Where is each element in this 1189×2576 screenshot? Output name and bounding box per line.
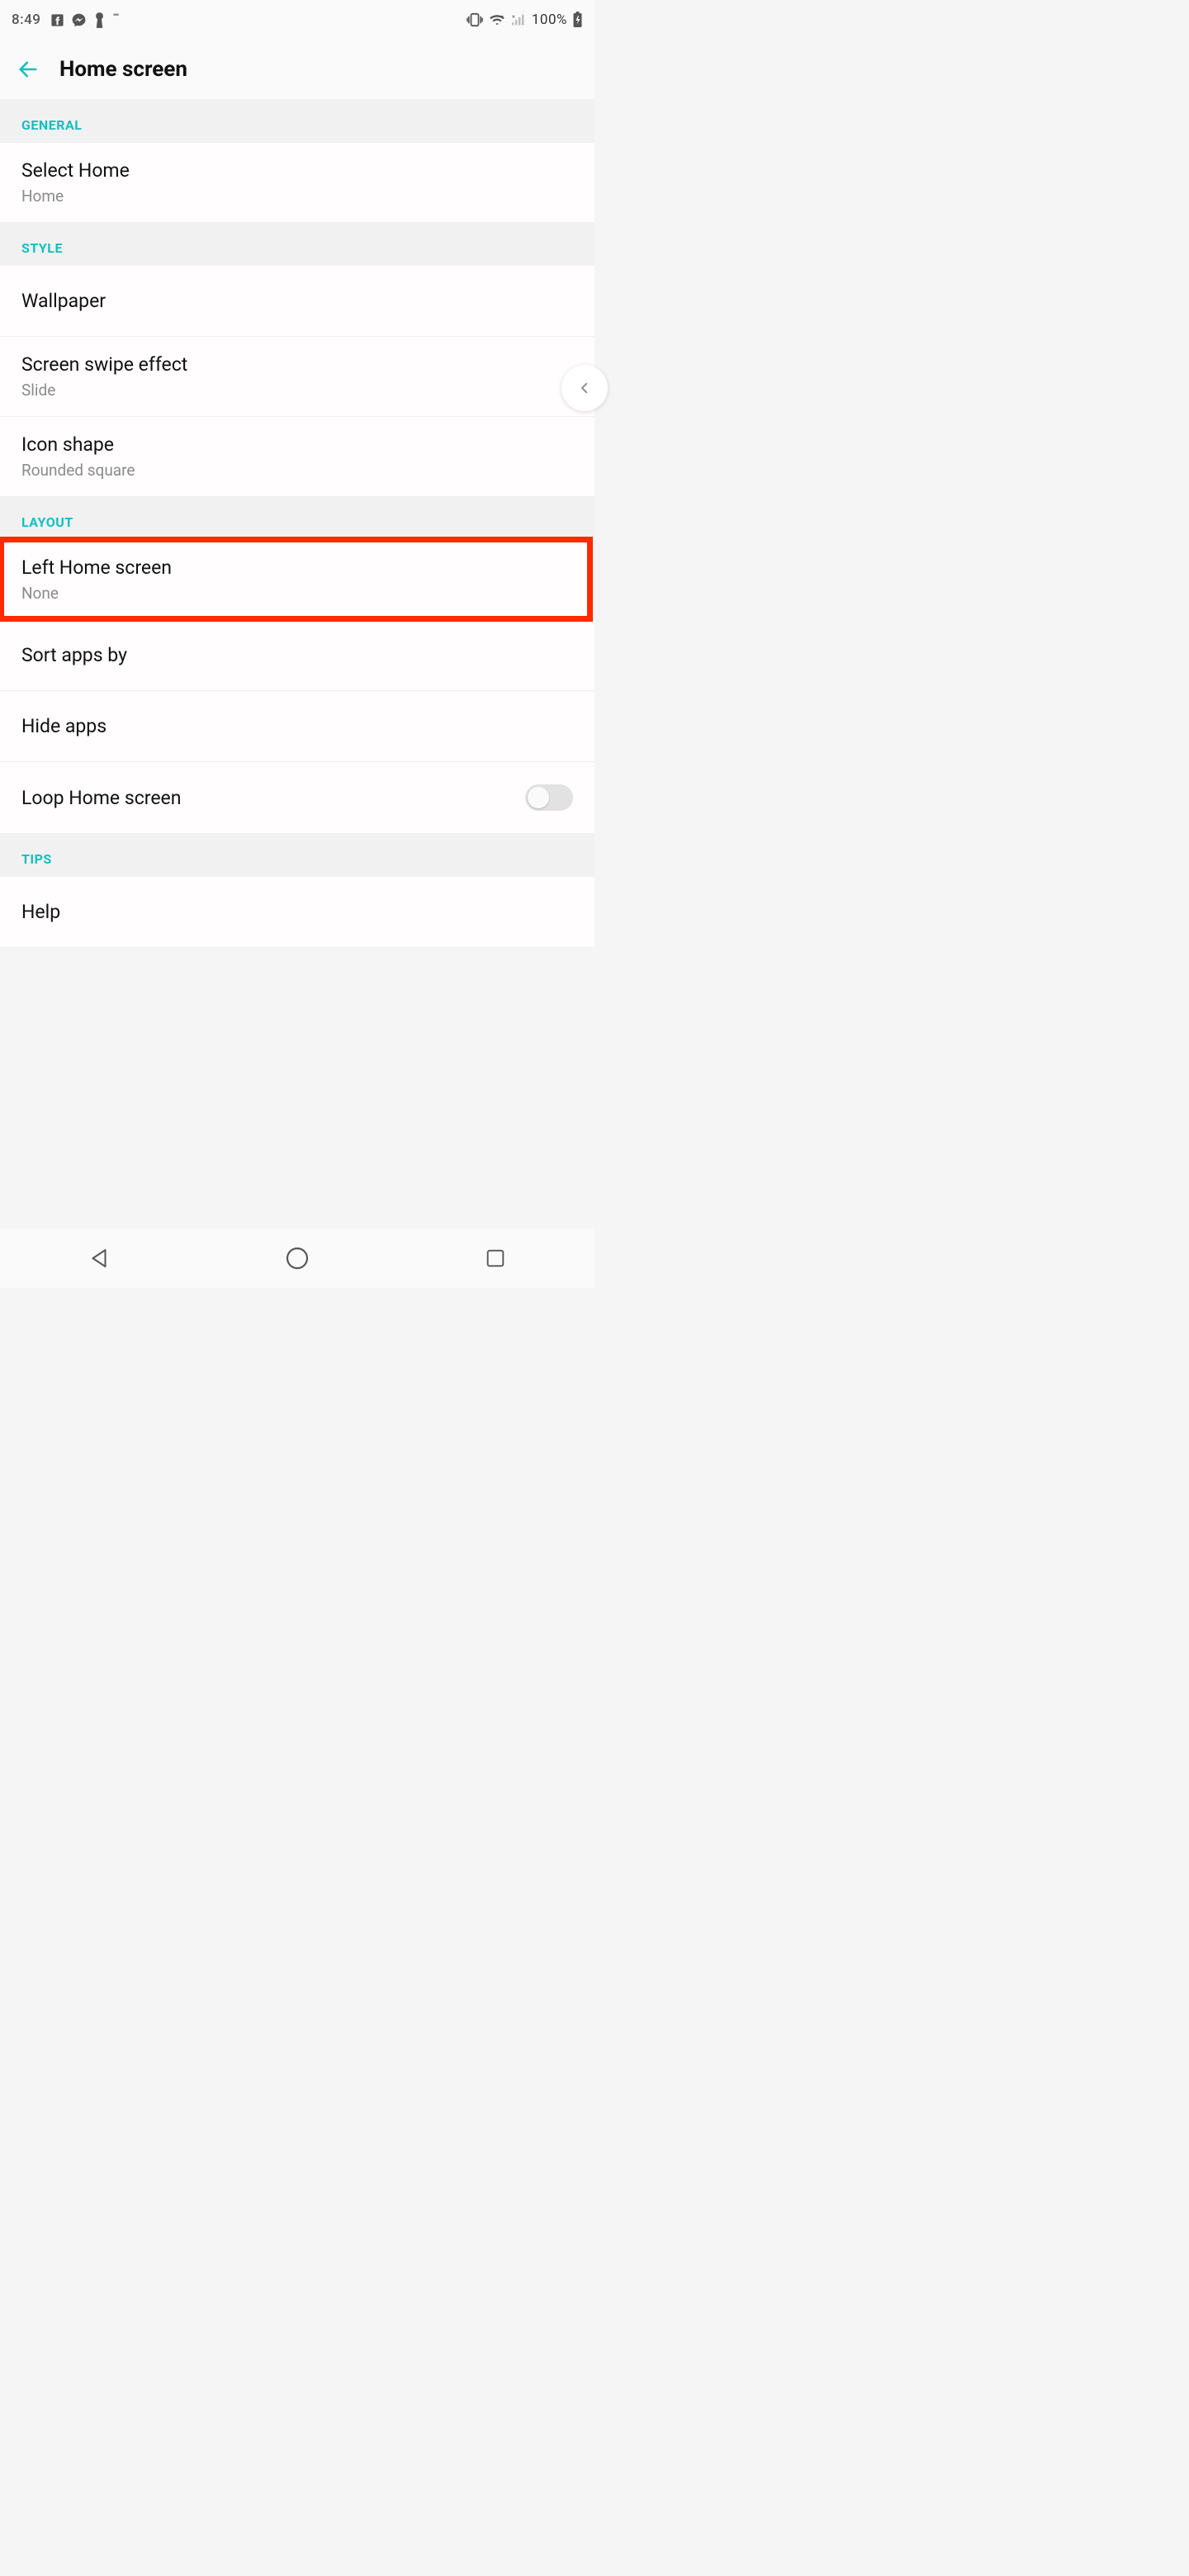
chevron-left-icon [577, 377, 592, 399]
side-panel-handle[interactable] [561, 365, 608, 411]
item-wallpaper[interactable]: Wallpaper [0, 266, 594, 337]
app-bar: Home screen [0, 40, 594, 99]
section-layout: Left Home screen None Sort apps by Hide … [0, 540, 594, 833]
item-title: Sort apps by [21, 644, 573, 666]
keyhole-icon [93, 12, 106, 28]
page-title: Home screen [59, 57, 187, 82]
section-header-tips: TIPS [0, 833, 594, 877]
signal-icon: × [510, 13, 527, 26]
vibrate-icon [466, 12, 484, 27]
wifi-icon [489, 13, 505, 26]
item-screen-swipe-effect[interactable]: Screen swipe effect Slide [0, 337, 594, 417]
battery-percent: 100% [532, 12, 567, 28]
navigation-bar [0, 1229, 594, 1288]
loop-toggle[interactable] [525, 784, 573, 811]
item-title: Loop Home screen [21, 787, 181, 809]
section-header-general: GENERAL [0, 99, 594, 143]
facebook-icon [50, 13, 64, 27]
item-title: Select Home [21, 159, 573, 182]
back-arrow-icon[interactable] [17, 58, 40, 81]
status-right: × 100% [466, 12, 583, 28]
item-loop-home-screen[interactable]: Loop Home screen [0, 762, 594, 833]
status-time: 8:49 [12, 12, 40, 28]
item-title: Wallpaper [21, 290, 573, 312]
item-title: Screen swipe effect [21, 353, 573, 376]
item-sort-apps-by[interactable]: Sort apps by [0, 620, 594, 691]
item-title: Hide apps [21, 715, 573, 737]
status-bar: 8:49 ••• × 100% [0, 0, 594, 40]
section-header-layout: LAYOUT [0, 496, 594, 540]
item-help[interactable]: Help [0, 877, 594, 948]
toggle-knob [528, 787, 549, 808]
item-title: Icon shape [21, 433, 573, 456]
item-select-home[interactable]: Select Home Home [0, 143, 594, 222]
battery-icon [572, 12, 583, 28]
item-subtitle: None [21, 584, 573, 603]
svg-text:×: × [512, 13, 515, 20]
nav-home-button[interactable] [282, 1243, 312, 1273]
item-icon-shape[interactable]: Icon shape Rounded square [0, 417, 594, 496]
messenger-icon [71, 12, 87, 28]
status-left: 8:49 ••• [12, 12, 118, 28]
item-subtitle: Home [21, 187, 573, 206]
section-header-style: STYLE [0, 222, 594, 266]
nav-recent-button[interactable] [481, 1243, 510, 1273]
item-title: Left Home screen [21, 556, 573, 579]
item-subtitle: Rounded square [21, 461, 573, 480]
item-title: Help [21, 901, 573, 923]
item-left-home-screen[interactable]: Left Home screen None [0, 540, 594, 620]
item-subtitle: Slide [21, 381, 573, 400]
more-notifs-icon: ••• [112, 9, 117, 21]
nav-back-button[interactable] [84, 1243, 114, 1273]
item-hide-apps[interactable]: Hide apps [0, 691, 594, 762]
section-style: Wallpaper Screen swipe effect Slide Icon… [0, 266, 594, 496]
section-general: Select Home Home [0, 143, 594, 222]
section-tips: Help [0, 877, 594, 948]
